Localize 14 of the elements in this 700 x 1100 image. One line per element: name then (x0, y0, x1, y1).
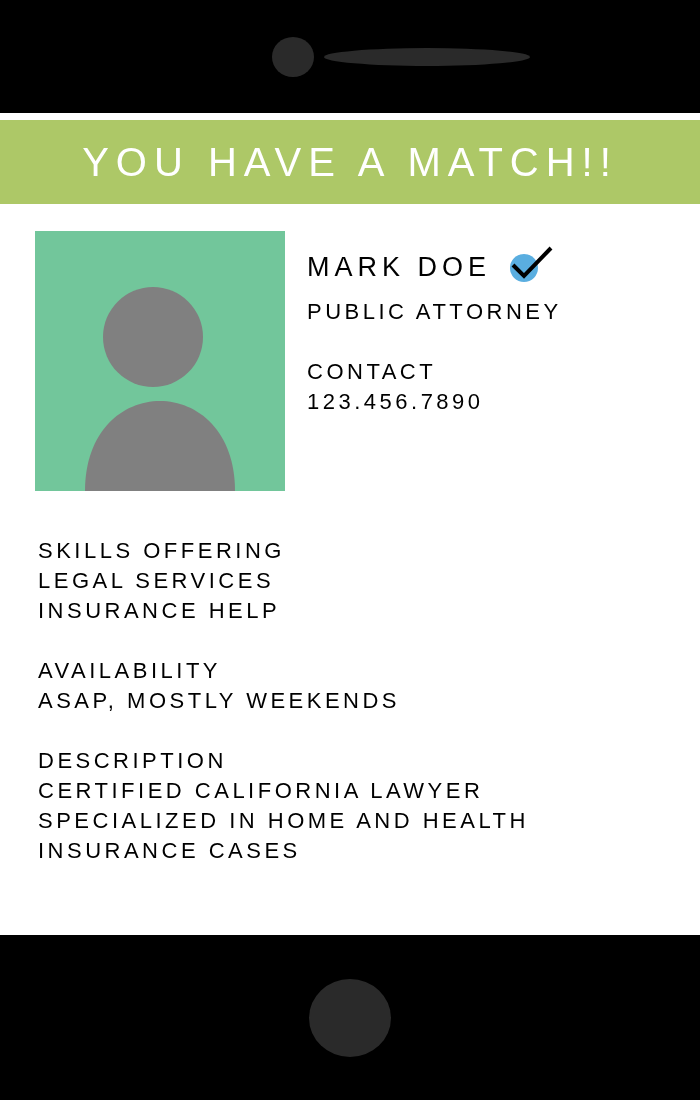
section-heading: DESCRIPTION (38, 747, 228, 775)
camera-icon (272, 36, 314, 77)
profile-role: PUBLIC ATTORNEY (307, 298, 562, 326)
profile-name: MARK DOE (307, 252, 492, 283)
banner-title: YOU HAVE A MATCH!! (82, 139, 618, 185)
skill-item: LEGAL SERVICES (38, 567, 276, 595)
avatar-icon (35, 231, 285, 491)
skill-item: INSURANCE HELP (38, 597, 282, 625)
contact-label: CONTACT (307, 358, 438, 386)
section-heading: SKILLS OFFERING (38, 537, 286, 565)
section-text: CERTIFIED CALIFORNIA LAWYER SPECIALIZED IN HOME AND HEALTH INSURANCE CASES (38, 777, 530, 865)
section-text: ASAP, MOSTLY WEEKENDS (38, 687, 402, 715)
phone-number: 123.456.7890 (307, 388, 485, 416)
section-heading: AVAILABILITY (38, 657, 223, 685)
